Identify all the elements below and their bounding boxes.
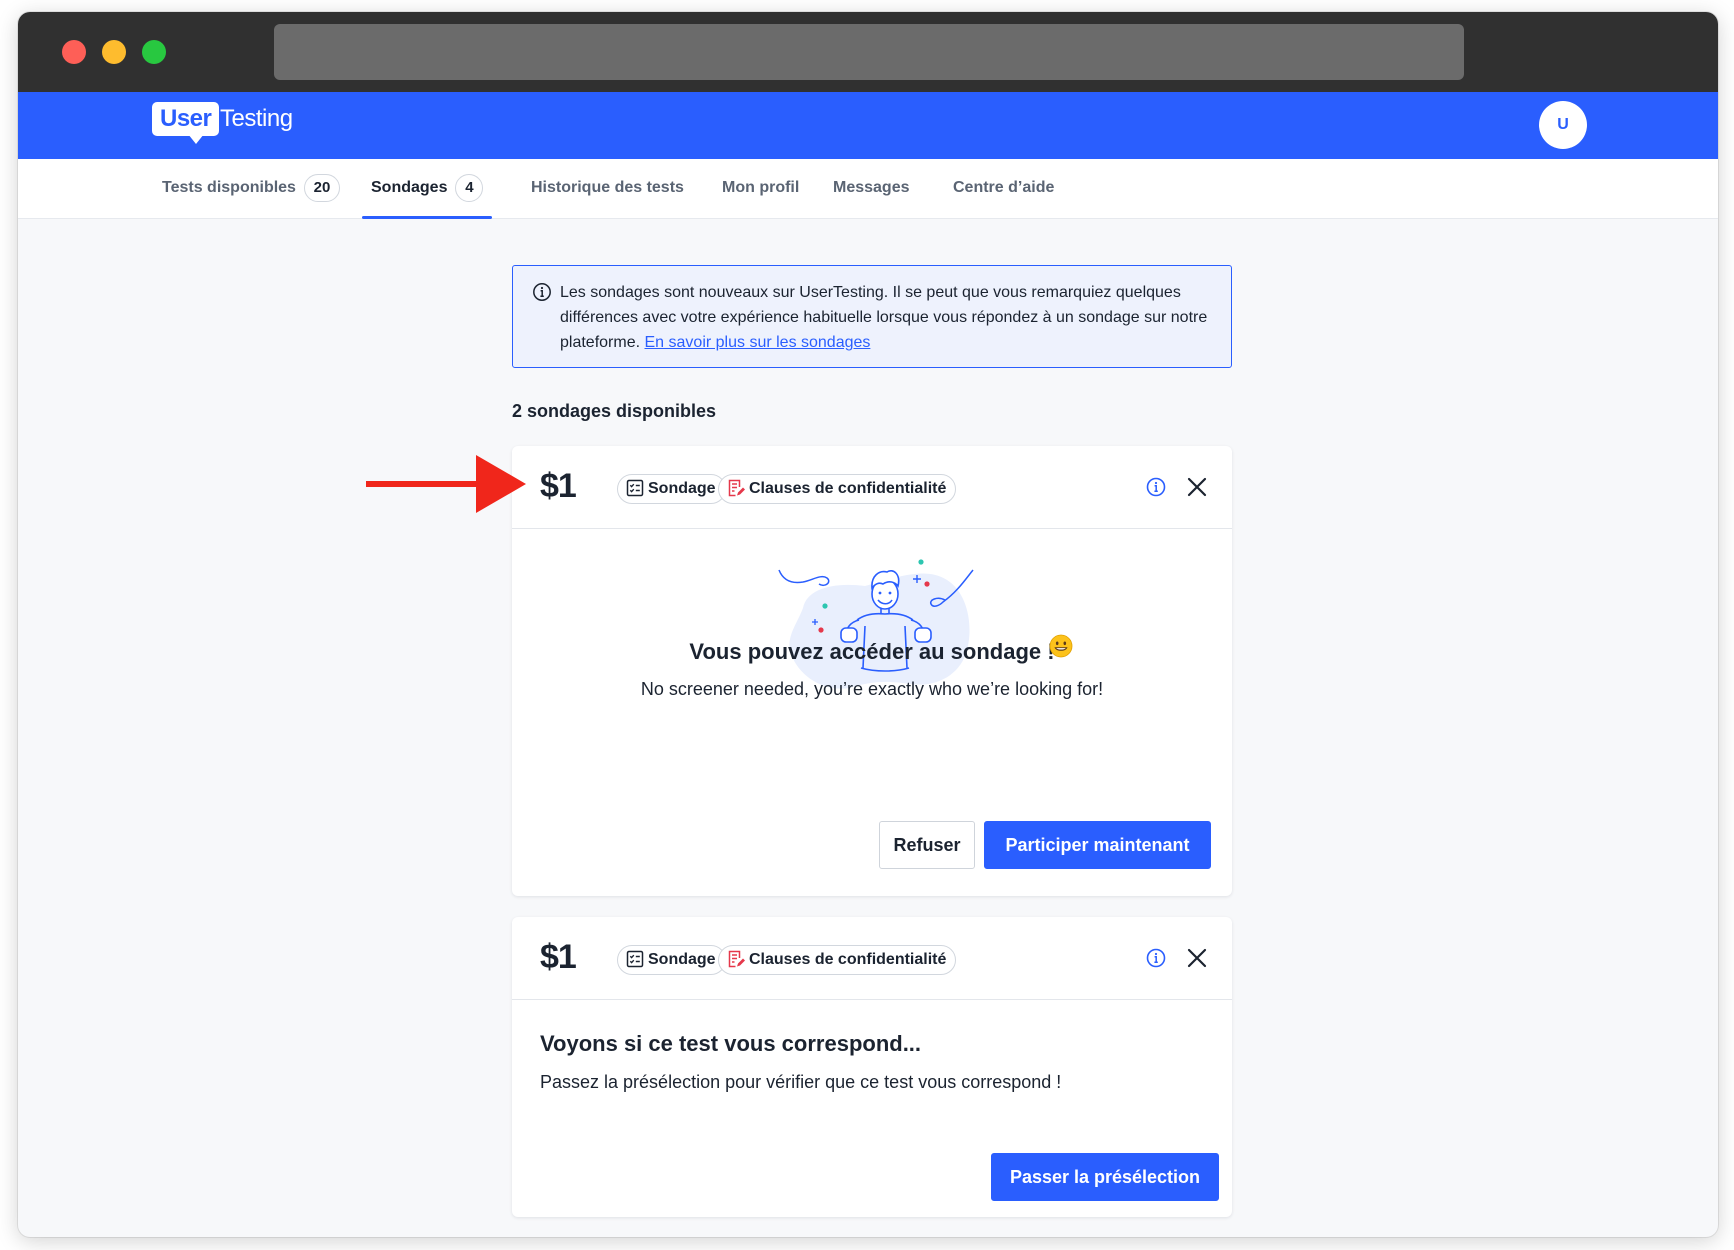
privacy-clauses-chip[interactable]: Clauses de confidentialité: [718, 474, 957, 504]
close-icon[interactable]: [1186, 947, 1208, 969]
close-icon[interactable]: [1186, 476, 1208, 498]
privacy-doc-icon: [728, 950, 745, 968]
survey-chip-label: Sondage: [648, 951, 716, 968]
survey-checklist-icon: [626, 950, 644, 968]
tab-centre-aide[interactable]: Centre d’aide: [953, 159, 1054, 219]
tab-messages[interactable]: Messages: [833, 159, 910, 219]
tab-label: Sondages: [371, 179, 448, 196]
surveys-info-notice: Les sondages sont nouveaux sur UserTesti…: [512, 265, 1232, 368]
decline-button[interactable]: Refuser: [879, 821, 975, 869]
tab-count-badge: 4: [455, 173, 484, 202]
privacy-doc-icon: [728, 479, 745, 497]
tab-label: Messages: [833, 179, 910, 196]
maximize-window-button[interactable]: [142, 40, 166, 64]
close-window-button[interactable]: [62, 40, 86, 64]
app-header: User Testing U: [18, 92, 1718, 159]
survey-checklist-icon: [626, 479, 644, 497]
browser-window: User Testing U Tests disponibles 20 Sonda…: [18, 12, 1718, 1237]
tab-label: Centre d’aide: [953, 179, 1055, 196]
logo-user-text: User: [152, 102, 220, 136]
survey-type-chip: Sondage: [617, 474, 726, 504]
tab-count-badge: 20: [303, 173, 340, 202]
survey-card: $1 Sondage Clauses de confidentialité Vo…: [512, 446, 1232, 896]
survey-price: $1: [540, 467, 577, 505]
privacy-chip-label: Clauses de confidentialité: [749, 480, 947, 497]
survey-access-subtitle: No screener needed, you’re exactly who w…: [640, 679, 1104, 699]
privacy-chip-label: Clauses de confidentialité: [749, 951, 947, 968]
tab-historique-des-tests[interactable]: Historique des tests: [531, 159, 684, 219]
tab-label: Tests disponibles: [162, 179, 296, 196]
annotation-arrow: [366, 455, 526, 513]
logo-bubble-tail: [188, 134, 204, 144]
survey-type-chip: Sondage: [617, 945, 726, 975]
survey-access-title: Vous pouvez accéder au sondage !: [689, 639, 1055, 664]
minimize-window-button[interactable]: [102, 40, 126, 64]
info-icon: [533, 283, 551, 301]
info-icon[interactable]: [1146, 948, 1166, 968]
browser-titlebar: [18, 12, 1718, 92]
smiling-emoji-icon: [1049, 634, 1073, 658]
participate-now-button[interactable]: Participer maintenant: [984, 821, 1211, 869]
privacy-clauses-chip[interactable]: Clauses de confidentialité: [718, 945, 957, 975]
address-bar[interactable]: [274, 24, 1464, 80]
survey-card-header: $1 Sondage Clauses de confidentialité: [512, 917, 1232, 1000]
learn-more-surveys-link[interactable]: En savoir plus sur les sondages: [645, 334, 871, 351]
screener-title: Voyons si ce test vous correspond...: [540, 1031, 922, 1056]
tab-tests-disponibles[interactable]: Tests disponibles 20: [162, 159, 340, 219]
logo-testing-text: Testing: [220, 105, 293, 132]
tab-mon-profil[interactable]: Mon profil: [722, 159, 799, 219]
info-icon[interactable]: [1146, 477, 1166, 497]
celebrating-person-illustration: [778, 559, 974, 689]
survey-price: $1: [540, 938, 577, 976]
user-avatar[interactable]: U: [1539, 101, 1587, 149]
tab-sondages[interactable]: Sondages 4: [361, 159, 493, 219]
survey-chip-label: Sondage: [648, 480, 716, 497]
tab-label: Historique des tests: [531, 179, 684, 196]
screener-subtitle: Passez la présélection pour vérifier que…: [540, 1072, 1062, 1092]
take-screener-button[interactable]: Passer la présélection: [991, 1153, 1219, 1201]
survey-card: $1 Sondage Clauses de confidentialité Vo…: [512, 917, 1232, 1217]
tab-label: Mon profil: [722, 179, 800, 196]
survey-card-header: $1 Sondage Clauses de confidentialité: [512, 446, 1232, 529]
available-surveys-count: 2 sondages disponibles: [512, 401, 717, 421]
main-nav-tabs: Tests disponibles 20 Sondages 4 Historique…: [18, 159, 1718, 219]
